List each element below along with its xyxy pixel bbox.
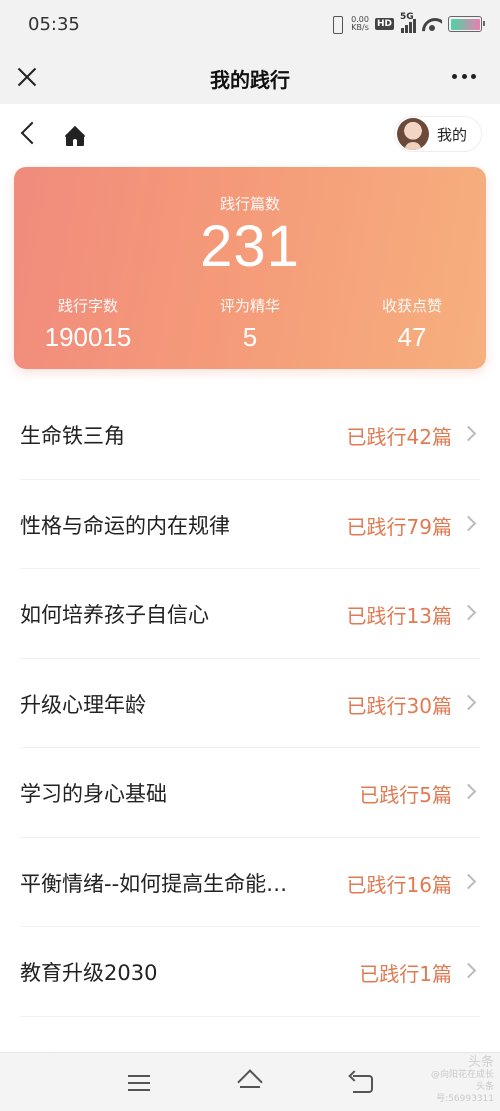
course-name: 如何培养孩子自信心 [20,603,209,627]
course-name: 性格与命运的内在规律 [20,513,230,538]
stat-value: 47 [397,322,427,352]
stat-value: 5 [242,322,258,352]
course-count: 已践行5篇 [359,783,452,807]
chevron-right-icon [460,604,477,621]
stat-label: 评为精华 [219,297,280,315]
chevron-right-icon [460,694,477,710]
course-item[interactable]: 生命铁三角 已践行42篇 [20,390,480,480]
course-count: 已践行16篇 [346,872,452,897]
course-count: 已践行30篇 [346,693,452,718]
stat-label: 践行字数 [57,297,118,315]
status-bar: 05:35 0.00 KB/s HD 5G [0,0,500,52]
course-item[interactable]: 平衡情绪--如何提高生命能… 已践行16篇 [20,838,480,927]
back-arrow-icon[interactable] [18,123,36,143]
status-icons: 0.00 KB/s HD 5G [329,12,485,34]
system-nav-bar: 头条 @向阳花在成长 头条号:56993311 [0,1052,500,1111]
hd-badge: HD [374,18,394,30]
course-item[interactable]: 如何培养孩子自信心 已践行13篇 [20,569,480,659]
network-speed: 0.00 KB/s [351,16,369,32]
total-practice-value: 231 [200,214,300,279]
network-speed-unit: KB/s [351,23,369,32]
course-name: 生命铁三角 [20,424,125,448]
watermark-logo: 头条 [467,1055,494,1070]
nav-row: 我的 [0,104,500,162]
avatar [396,118,429,150]
stats-card: 践行篇数 231 践行字数 190015 评为精华 5 收获点赞 47 [14,167,486,369]
profile-label: 我的 [436,125,467,144]
stat-label: 收获点赞 [381,297,442,315]
course-count: 已践行42篇 [346,425,452,449]
wifi-icon [422,16,442,32]
home-nav-icon[interactable] [236,1069,264,1093]
course-item[interactable]: 升级心理年龄 已践行30篇 [20,659,480,748]
cellular-signal-icon: 5G [400,12,416,33]
stat-likes: 收获点赞 47 [332,295,492,353]
more-options-icon[interactable] [452,74,476,80]
chevron-right-icon [460,962,477,979]
course-name: 教育升级2030 [20,961,158,985]
course-name: 平衡情绪--如何提高生命能… [20,871,288,896]
chevron-right-icon [460,873,477,889]
stat-featured: 评为精华 5 [170,295,330,353]
course-count: 已践行1篇 [359,962,452,986]
title-bar: 我的践行 [0,52,500,104]
course-list: 生命铁三角 已践行42篇 性格与命运的内在规律 已践行79篇 如何培养孩子自信心… [0,390,500,1106]
battery-icon [448,16,485,32]
network-type: 5G [400,12,414,22]
status-time: 05:35 [28,14,80,35]
stat-word-count: 践行字数 190015 [8,295,168,353]
watermark: 头条 @向阳花在成长 头条号:56993311 [424,1055,494,1105]
chevron-right-icon [460,515,477,531]
home-icon[interactable] [62,124,88,148]
course-item[interactable]: 学习的身心基础 已践行5篇 [20,748,480,838]
my-profile-button[interactable]: 我的 [393,116,482,152]
menu-icon[interactable] [128,1075,150,1091]
watermark-line: @向阳花在成长 [430,1070,494,1080]
course-item[interactable]: 性格与命运的内在规律 已践行79篇 [20,480,480,569]
course-name: 学习的身心基础 [20,782,167,806]
watermark-line: 头条号:56993311 [436,1082,494,1104]
course-count: 已践行13篇 [346,604,452,628]
back-nav-icon[interactable] [350,1071,374,1093]
vibrate-icon [329,15,345,34]
total-practice-label: 践行篇数 [219,195,280,213]
course-count: 已践行79篇 [346,514,452,539]
page-title: 我的践行 [210,68,290,92]
stat-value: 190015 [44,322,132,352]
course-name: 升级心理年龄 [20,692,146,717]
course-item[interactable]: 教育升级2030 已践行1篇 [20,927,480,1017]
chevron-right-icon [460,783,477,800]
chevron-right-icon [460,425,477,442]
